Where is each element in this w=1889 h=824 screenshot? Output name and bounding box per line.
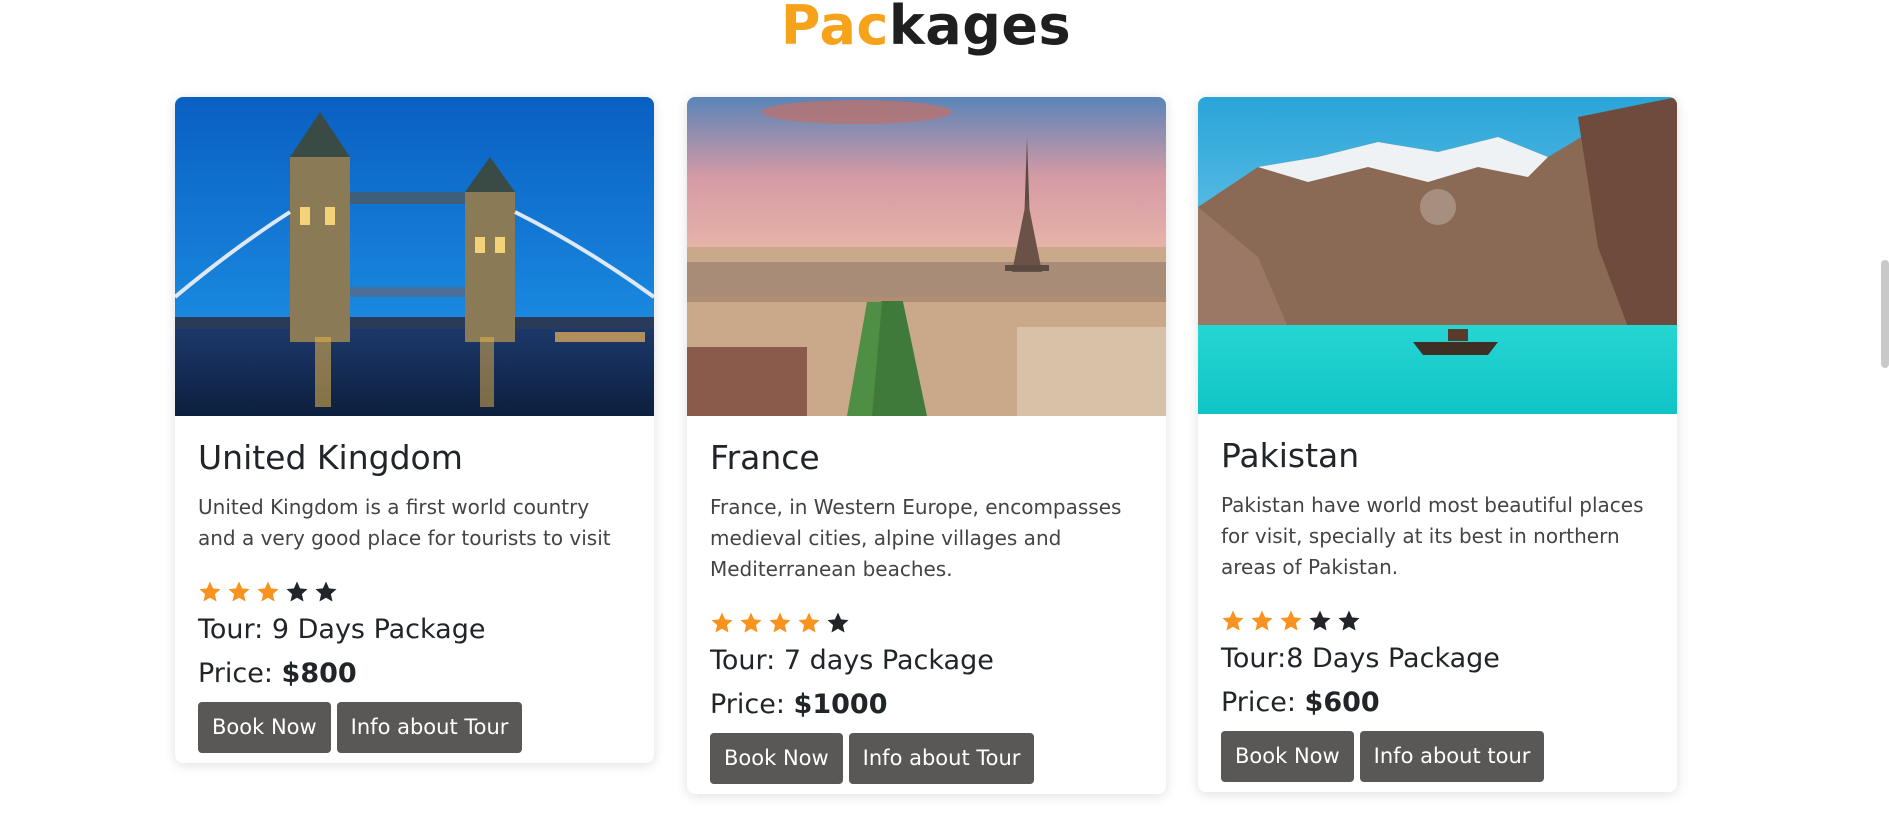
package-description: United Kingdom is a first world country … [198,494,611,550]
packages-section: Packages United Kingdom United Kingdom i… [0,0,1889,824]
star-rating [710,611,1143,639]
price-label: Price: [198,657,282,689]
star-filled-icon [199,581,221,602]
book-now-button[interactable]: Book Now [710,732,843,784]
star-filled-icon [1222,610,1244,631]
package-description: Pakistan have world most beautiful place… [1221,492,1644,579]
package-description: France, in Western Europe, encompasses m… [710,494,1122,581]
star-filled-icon [257,581,279,602]
package-image-tower-bridge [175,97,654,416]
package-title: Pakistan [1221,436,1360,475]
package-image-mountain-lake [1198,97,1677,414]
star-filled-icon [740,612,762,633]
package-price: Price: $600 [1221,685,1654,721]
star-filled-icon [798,612,820,633]
price-value: $800 [281,657,357,689]
price-value: $600 [1304,686,1380,718]
star-filled-icon [1251,610,1273,631]
book-now-button[interactable]: Book Now [1221,730,1354,782]
star-rating [198,580,631,608]
tour-duration: Tour: 7 days Package [710,644,994,676]
star-empty-icon [286,581,308,602]
package-image-eiffel-tower [687,97,1166,416]
star-filled-icon [711,612,733,633]
star-filled-icon [769,612,791,633]
page-scrollbar[interactable] [1881,260,1889,368]
package-card-pakistan: Pakistan Pakistan have world most beauti… [1198,97,1677,792]
package-title: France [710,438,820,477]
info-about-tour-button[interactable]: Info about tour [1359,730,1545,782]
info-about-tour-button[interactable]: Info about Tour [848,732,1035,784]
package-price: Price: $800 [198,656,631,692]
package-title: United Kingdom [198,438,463,477]
package-price: Price: $1000 [710,687,1143,723]
info-about-tour-button[interactable]: Info about Tour [336,701,523,753]
price-value: $1000 [793,688,888,720]
heading-rest: kages [888,0,1072,57]
star-filled-icon [1280,610,1302,631]
tour-duration: Tour: 9 Days Package [198,613,486,645]
tour-duration: Tour:8 Days Package [1221,642,1500,674]
package-card-france: France France, in Western Europe, encomp… [687,97,1166,794]
heading-accent: Pac [780,0,889,57]
price-label: Price: [710,688,794,720]
star-empty-icon [827,612,849,633]
price-label: Price: [1221,686,1305,718]
section-heading: Packages [0,0,1852,57]
star-empty-icon [1338,610,1360,631]
book-now-button[interactable]: Book Now [198,701,331,753]
star-rating [1221,609,1654,637]
star-empty-icon [315,581,337,602]
star-filled-icon [228,581,250,602]
package-card-united-kingdom: United Kingdom United Kingdom is a first… [175,97,654,763]
star-empty-icon [1309,610,1331,631]
